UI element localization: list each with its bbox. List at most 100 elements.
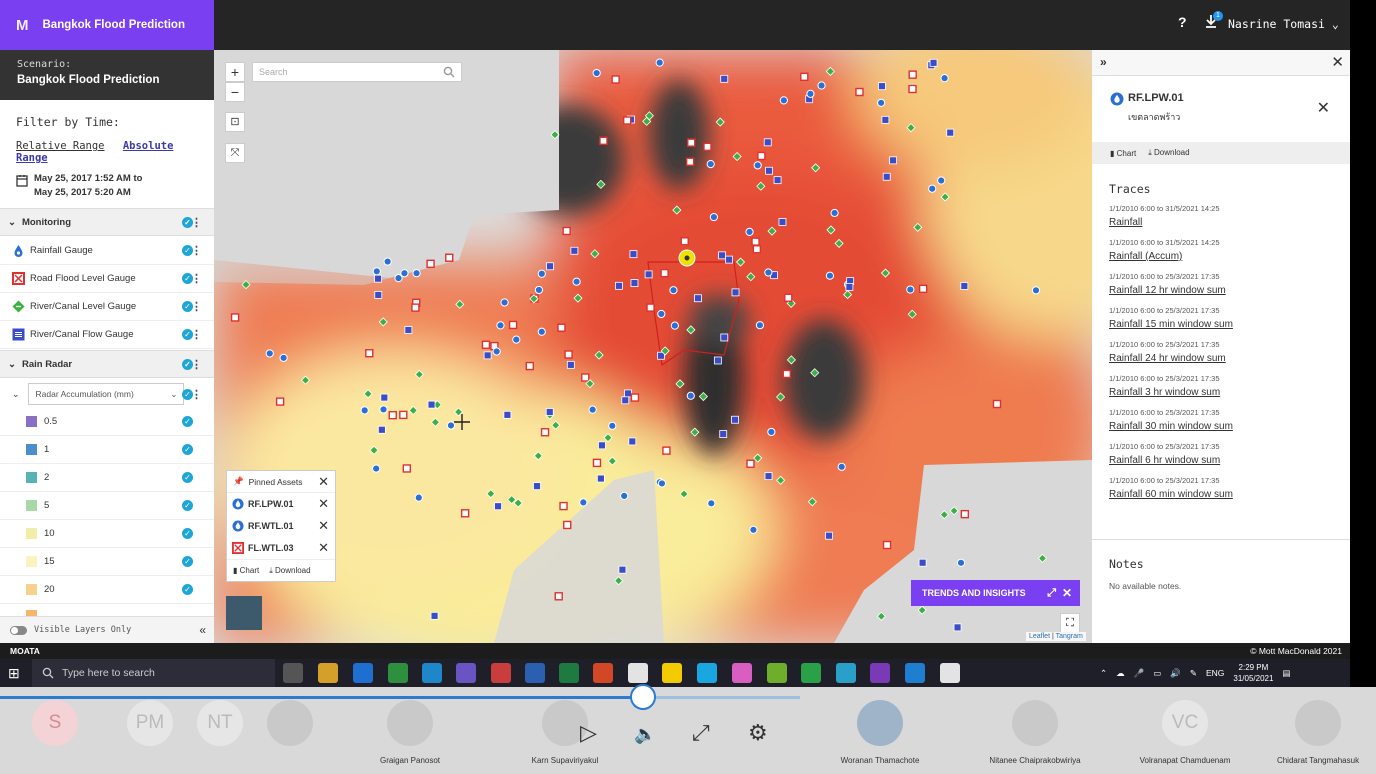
rainfall-gauge-marker[interactable] <box>279 353 288 362</box>
rainfall-gauge-marker[interactable] <box>940 74 949 83</box>
rainfall-gauge-marker[interactable] <box>825 271 835 280</box>
rainfall-gauge-marker[interactable] <box>817 81 826 90</box>
road-flood-gauge-marker[interactable] <box>275 397 285 406</box>
rainfall-gauge-marker[interactable] <box>383 257 392 266</box>
rainfall-gauge-marker[interactable] <box>372 267 381 276</box>
legend-item[interactable]: 10 ✓ <box>0 520 214 548</box>
road-flood-gauge-marker[interactable] <box>611 75 620 84</box>
rainfall-gauge-marker[interactable] <box>379 405 388 414</box>
pinned-asset-rf-wtl-01[interactable]: RF.WTL.01 ✕ <box>227 515 335 537</box>
river-flow-gauge-marker[interactable] <box>731 415 739 424</box>
legend-item[interactable]: 0.5 ✓ <box>0 408 214 436</box>
outlook-icon[interactable] <box>353 663 373 683</box>
road-flood-gauge-marker[interactable] <box>782 369 791 379</box>
more-icon[interactable]: ⋮ <box>191 244 202 257</box>
participant-tile[interactable]: Graigan Panosot <box>330 700 490 774</box>
river-flow-gauge-marker[interactable] <box>598 441 606 450</box>
river-flow-gauge-marker[interactable] <box>929 58 938 67</box>
road-flood-gauge-marker[interactable] <box>564 350 573 359</box>
zoom-in-button[interactable]: + <box>225 62 245 82</box>
river-flow-gauge-marker[interactable] <box>764 472 773 481</box>
road-flood-gauge-marker[interactable] <box>646 303 655 312</box>
river-flow-gauge-marker[interactable] <box>718 251 727 260</box>
check-icon[interactable]: ✓ <box>182 472 193 483</box>
road-flood-gauge-marker[interactable] <box>599 136 608 145</box>
trace-link[interactable]: Rainfall 12 hr window sum <box>1109 285 1339 296</box>
road-flood-gauge-marker[interactable] <box>559 501 568 511</box>
trace-link[interactable]: Rainfall 6 hr window sum <box>1109 455 1339 466</box>
sticky-notes-icon[interactable] <box>662 663 682 683</box>
rainfall-gauge-marker[interactable] <box>360 406 369 415</box>
more-icon[interactable]: ⋮ <box>191 300 202 313</box>
river-flow-gauge-marker[interactable] <box>719 430 728 438</box>
road-flood-gauge-marker[interactable] <box>680 237 689 246</box>
rainfall-gauge-marker[interactable] <box>400 269 409 278</box>
rainfall-gauge-marker[interactable] <box>608 421 617 430</box>
legend-item[interactable]: 1 ✓ <box>0 436 214 464</box>
excel-icon[interactable] <box>559 663 579 683</box>
rainfall-gauge-marker[interactable] <box>588 405 597 414</box>
downloads-button[interactable]: 1 <box>1204 11 1223 33</box>
river-flow-gauge-marker[interactable] <box>720 74 729 83</box>
rainfall-gauge-marker[interactable] <box>496 321 505 330</box>
road-flood-gauge-marker[interactable] <box>426 259 435 269</box>
road-flood-gauge-marker[interactable] <box>687 138 696 147</box>
map-view[interactable]: + − ⊡ ⤧ Search 📌 Pinned Assets ✕ RF.LPW.… <box>214 50 1092 643</box>
pinned-asset-fl-wtl-03[interactable]: FL.WTL.03 ✕ <box>227 537 335 559</box>
participant-tile[interactable]: Karn Supaviriyakul <box>490 700 640 774</box>
road-flood-gauge-marker[interactable] <box>660 268 669 278</box>
rainfall-gauge-marker[interactable] <box>686 391 695 400</box>
close-icon[interactable]: ✕ <box>318 474 329 490</box>
river-flow-gauge-marker[interactable] <box>630 279 639 287</box>
road-flood-gauge-marker[interactable] <box>622 116 632 125</box>
date-range[interactable]: May 25, 2017 1:52 AM to May 25, 2017 5:2… <box>16 172 214 200</box>
tangram-link[interactable]: Tangram <box>1056 633 1083 640</box>
rainfall-gauge-marker[interactable] <box>414 493 423 502</box>
check-icon[interactable]: ✓ <box>182 500 193 511</box>
rainfall-gauge-marker[interactable] <box>706 160 715 169</box>
close-icon[interactable]: ✕ <box>1062 586 1072 600</box>
layer-river-flow-gauge[interactable]: River/Canal Flow Gauge ✓ ⋮ <box>0 321 214 349</box>
river-flow-gauge-marker[interactable] <box>615 281 623 290</box>
river-flow-gauge-marker[interactable] <box>374 291 383 299</box>
rainfall-gauge-marker[interactable] <box>877 98 886 107</box>
river-flow-gauge-marker[interactable] <box>430 611 439 620</box>
rainfall-gauge-marker[interactable] <box>657 309 666 319</box>
mic-icon[interactable]: 🎤 <box>1134 668 1145 679</box>
road-flood-gauge-marker[interactable] <box>908 70 917 79</box>
participant-tile[interactable]: PM <box>110 700 190 774</box>
rainfall-gauge-marker[interactable] <box>265 349 274 358</box>
river-flow-gauge-marker[interactable] <box>596 474 605 483</box>
road-flood-gauge-marker[interactable] <box>365 349 374 358</box>
river-flow-gauge-marker[interactable] <box>618 565 627 574</box>
road-flood-gauge-marker[interactable] <box>230 313 240 322</box>
participant-tile[interactable]: Chidarat Tangmahasuk <box>1260 700 1376 774</box>
notifications-icon[interactable]: ▤ <box>1282 668 1290 679</box>
expand-icon[interactable]: ⤢ <box>1047 587 1056 600</box>
asset-download-button[interactable]: ⤓ Download <box>1148 148 1189 158</box>
asset-chart-button[interactable]: ▮ Chart <box>1110 149 1136 158</box>
legend-item[interactable]: 15 ✓ <box>0 548 214 576</box>
rainfall-gauge-marker[interactable] <box>670 321 679 330</box>
task-view-icon[interactable] <box>283 663 303 683</box>
trace-link[interactable]: Rainfall 24 hr window sum <box>1109 353 1339 364</box>
river-flow-gauge-marker[interactable] <box>889 156 897 165</box>
road-flood-gauge-marker[interactable] <box>388 410 397 420</box>
rainfall-gauge-marker[interactable] <box>657 479 667 488</box>
rainfall-gauge-marker[interactable] <box>394 274 403 283</box>
river-flow-gauge-marker[interactable] <box>918 558 927 567</box>
river-flow-gauge-marker[interactable] <box>720 333 729 342</box>
rainfall-gauge-marker[interactable] <box>937 176 946 185</box>
relative-range-link[interactable]: Relative Range <box>16 140 105 152</box>
river-flow-gauge-marker[interactable] <box>624 389 632 398</box>
rainfall-gauge-marker[interactable] <box>764 268 773 277</box>
network-icon[interactable] <box>836 663 856 683</box>
road-flood-gauge-marker[interactable] <box>662 446 671 455</box>
trace-link[interactable]: Rainfall 15 min window sum <box>1109 319 1339 330</box>
river-flow-gauge-marker[interactable] <box>773 176 782 185</box>
participant-tile[interactable]: S <box>0 700 110 774</box>
road-flood-gauge-marker[interactable] <box>685 157 695 166</box>
river-flow-gauge-marker[interactable] <box>377 425 386 434</box>
trace-link[interactable]: Rainfall 30 min window sum <box>1109 421 1339 432</box>
river-flow-gauge-marker[interactable] <box>494 502 502 511</box>
